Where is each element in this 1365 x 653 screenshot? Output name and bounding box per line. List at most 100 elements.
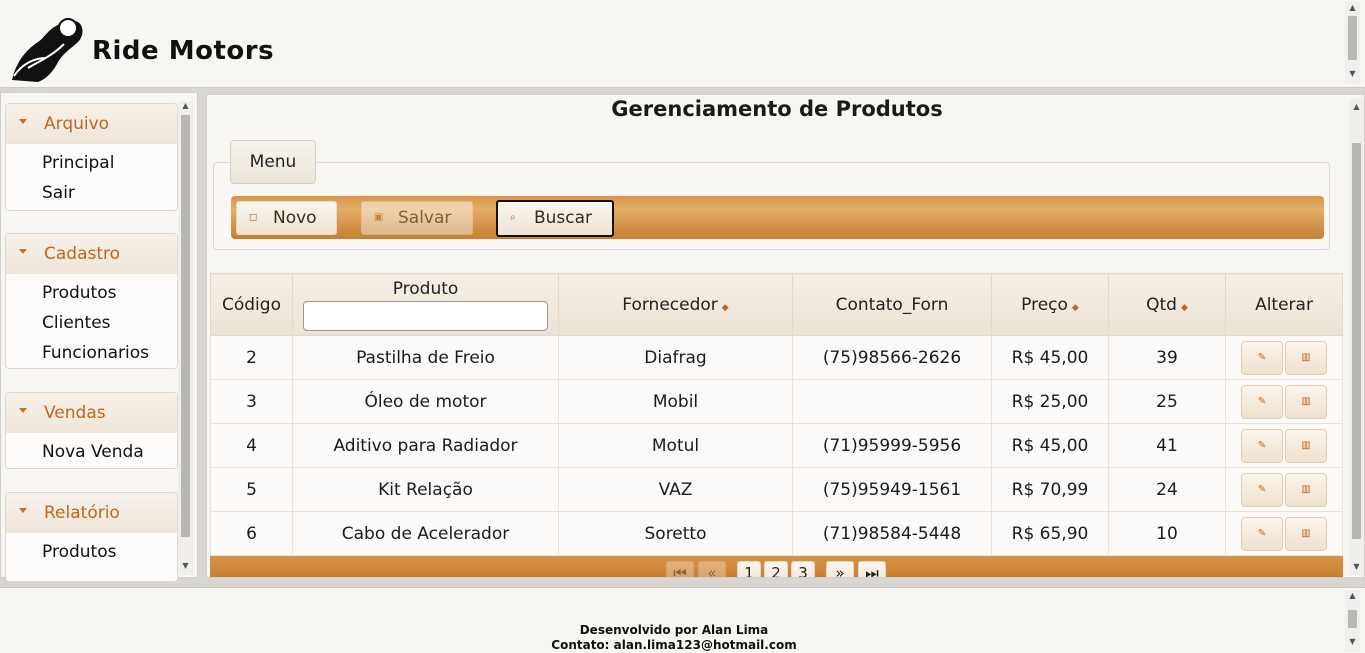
panel-header-vendas[interactable]: Vendas <box>6 393 177 433</box>
page-button-1[interactable]: 1 <box>737 561 761 577</box>
scroll-up-icon[interactable]: ▲ <box>178 101 193 110</box>
header-scrollbar[interactable]: ▲ ▼ <box>1345 2 1360 84</box>
products-table: Código Produto Fornecedor ◆ Contato_Forn … <box>210 273 1343 556</box>
cell-produto: Pastilha de Freio <box>292 335 559 380</box>
main-scrollbar[interactable]: ▲ ▼ <box>1349 99 1364 575</box>
cell-actions: ✎ ▥ <box>1225 511 1343 556</box>
cell-contato: (75)95949-1561 <box>792 467 992 512</box>
trash-icon[interactable]: ▥ <box>1285 472 1327 507</box>
edit-icon[interactable]: ✎ <box>1241 516 1283 551</box>
cell-fornecedor: Mobil <box>558 379 793 424</box>
sidebar-item-principal[interactable]: Principal <box>6 150 177 180</box>
cell-actions: ✎ ▥ <box>1225 467 1343 512</box>
sort-icon[interactable]: ◆ <box>1181 303 1188 313</box>
scroll-down-icon[interactable]: ▼ <box>1345 68 1360 80</box>
cell-preco: R$ 45,00 <box>991 423 1109 468</box>
panel-cadastro: Cadastro Produtos Clientes Funcionarios <box>5 233 178 369</box>
app-footer: Desenvolvido por Alan Lima Contato: alan… <box>0 587 1365 653</box>
app-header: Ride Motors ▲ ▼ <box>0 0 1365 88</box>
column-contato: Contato_Forn <box>792 273 992 336</box>
scroll-down-icon[interactable]: ▼ <box>1349 561 1364 573</box>
panel-relatorio: Relatório Produtos <box>5 492 178 582</box>
scroll-up-icon[interactable]: ▲ <box>1345 590 1360 602</box>
column-produto: Produto <box>292 273 559 336</box>
brand-title: Ride Motors <box>92 36 275 66</box>
novo-label: Novo <box>273 208 317 228</box>
cell-fornecedor: VAZ <box>558 467 793 512</box>
scroll-thumb[interactable] <box>1352 143 1361 539</box>
sort-icon[interactable]: ◆ <box>722 303 729 313</box>
sidebar-item-relatorio-produtos[interactable]: Produtos <box>6 539 177 569</box>
cell-qtd: 41 <box>1108 423 1226 468</box>
panel-header-cadastro[interactable]: Cadastro <box>6 234 177 274</box>
new-document-icon: ◻ <box>249 212 258 223</box>
cell-preco: R$ 45,00 <box>991 335 1109 380</box>
column-qtd[interactable]: Qtd ◆ <box>1108 273 1226 336</box>
trash-icon[interactable]: ▥ <box>1285 516 1327 551</box>
sidebar-item-produtos[interactable]: Produtos <box>6 280 177 310</box>
scroll-thumb[interactable] <box>181 115 190 537</box>
sidebar-item-sair[interactable]: Sair <box>6 180 177 210</box>
scroll-up-icon[interactable]: ▲ <box>1349 101 1364 113</box>
table-row: 3 Óleo de motor Mobil R$ 25,00 25 ✎ ▥ <box>210 379 1343 424</box>
produto-filter-input[interactable] <box>303 300 548 331</box>
cell-preco: R$ 70,99 <box>991 467 1109 512</box>
paginator: ⏮ « 1 2 3 » ⏭ <box>210 556 1343 577</box>
column-preco[interactable]: Preço ◆ <box>991 273 1109 336</box>
cell-codigo: 5 <box>210 467 293 512</box>
table-row: 4 Aditivo para Radiador Motul (71)95999-… <box>210 423 1343 468</box>
sidebar-item-clientes[interactable]: Clientes <box>6 310 177 340</box>
trash-icon[interactable]: ▥ <box>1285 384 1327 419</box>
column-fornecedor[interactable]: Fornecedor ◆ <box>558 273 793 336</box>
page-title: Gerenciamento de Produtos <box>611 97 943 121</box>
cell-fornecedor: Soretto <box>558 511 793 556</box>
cell-codigo: 6 <box>210 511 293 556</box>
footer-scrollbar[interactable]: ▲ ▼ <box>1345 590 1360 652</box>
edit-icon[interactable]: ✎ <box>1241 384 1283 419</box>
edit-icon[interactable]: ✎ <box>1241 428 1283 463</box>
scroll-up-icon[interactable]: ▲ <box>1345 2 1360 14</box>
cell-produto: Aditivo para Radiador <box>292 423 559 468</box>
scroll-down-icon[interactable]: ▼ <box>178 561 193 570</box>
menu-legend[interactable]: Menu <box>230 140 316 184</box>
sidebar-scrollbar[interactable]: ▲ ▼ <box>178 101 193 575</box>
novo-button[interactable]: ◻ Novo <box>236 201 337 235</box>
panel-header-relatorio[interactable]: Relatório <box>6 493 177 533</box>
last-page-icon[interactable]: ⏭ <box>858 561 886 577</box>
edit-icon[interactable]: ✎ <box>1241 340 1283 375</box>
cell-actions: ✎ ▥ <box>1225 379 1343 424</box>
table-row: 2 Pastilha de Freio Diafrag (75)98566-26… <box>210 335 1343 380</box>
caret-down-icon <box>19 249 27 254</box>
cell-produto: Cabo de Acelerador <box>292 511 559 556</box>
column-codigo: Código <box>210 273 293 336</box>
cell-produto: Kit Relação <box>292 467 559 512</box>
first-page-icon[interactable]: ⏮ <box>666 561 694 577</box>
panel-title: Vendas <box>44 403 106 423</box>
sidebar-item-nova-venda[interactable]: Nova Venda <box>6 439 177 469</box>
trash-icon[interactable]: ▥ <box>1285 340 1327 375</box>
salvar-button[interactable]: ▣ Salvar <box>361 201 473 235</box>
caret-down-icon <box>19 119 27 124</box>
buscar-label: Buscar <box>534 208 593 228</box>
buscar-button[interactable]: ⌕ Buscar <box>496 200 614 237</box>
page-button-3[interactable]: 3 <box>791 561 815 577</box>
trash-icon[interactable]: ▥ <box>1285 428 1327 463</box>
sidebar: Arquivo Principal Sair Cadastro Produtos… <box>0 92 198 582</box>
edit-icon[interactable]: ✎ <box>1241 472 1283 507</box>
salvar-label: Salvar <box>398 208 452 228</box>
page-button-2[interactable]: 2 <box>764 561 788 577</box>
cell-qtd: 25 <box>1108 379 1226 424</box>
sidebar-item-funcionarios[interactable]: Funcionarios <box>6 340 177 370</box>
panel-title: Relatório <box>44 503 120 523</box>
scroll-thumb[interactable] <box>1348 16 1357 60</box>
panel-header-arquivo[interactable]: Arquivo <box>6 104 177 144</box>
main-content: Gerenciamento de Produtos Menu ◻ Novo ▣ … <box>206 94 1365 578</box>
next-page-icon[interactable]: » <box>826 561 854 577</box>
prev-page-icon[interactable]: « <box>698 561 726 577</box>
cell-codigo: 2 <box>210 335 293 380</box>
sort-icon[interactable]: ◆ <box>1072 303 1079 313</box>
caret-down-icon <box>19 508 27 513</box>
scroll-thumb[interactable] <box>1348 610 1357 628</box>
panel-vendas: Vendas Nova Venda <box>5 392 178 469</box>
scroll-down-icon[interactable]: ▼ <box>1345 636 1360 648</box>
